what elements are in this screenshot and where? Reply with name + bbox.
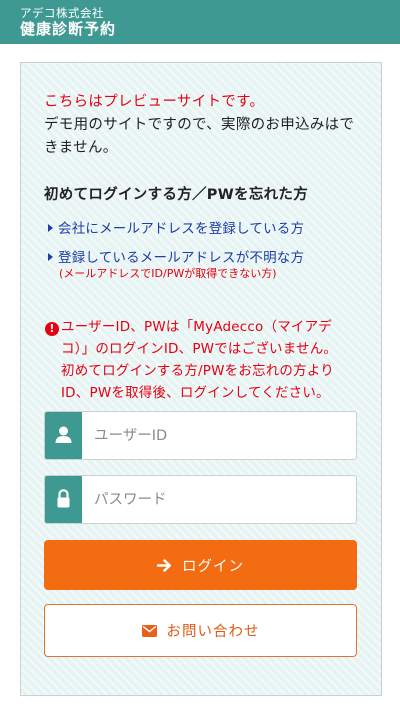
warning-line-3: 初めてログインする方/PWをお忘れの方より [61, 363, 334, 379]
password-input[interactable] [82, 476, 356, 523]
warning-line-1: ユーザーID、PWは「MyAdecco（マイアデ [61, 319, 333, 335]
warning-line-2: コ）」のログインID、PWではございません。 [61, 341, 338, 357]
preview-notice-body: デモ用のサイトですので、実際のお申込みはできません。 [44, 117, 355, 156]
link-registered-email[interactable]: 会社にメールアドレスを登録している方 [48, 217, 304, 237]
company-name: アデコ株式会社 [20, 6, 104, 20]
link-unknown-email-note: (メールアドレスでID/PWが取得できない方) [59, 267, 277, 280]
contact-button-label: お問い合わせ [166, 624, 260, 640]
service-title: 健康診断予約 [20, 20, 117, 38]
triangle-right-icon [48, 253, 53, 261]
envelope-icon [141, 624, 157, 637]
triangle-right-icon [48, 224, 53, 232]
warning-line-4: ID、PWを取得後、ログインしてください。 [61, 385, 330, 401]
link-registered-email-label: 会社にメールアドレスを登録している方 [58, 221, 305, 237]
user-id-input[interactable] [82, 412, 356, 459]
exclamation-icon: ! [45, 322, 59, 336]
link-unknown-email-label: 登録しているメールアドレスが不明な方 [58, 250, 305, 266]
preview-notice-title: こちらはプレビューサイトです。 [44, 94, 265, 110]
link-unknown-email[interactable]: 登録しているメールアドレスが不明な方 [48, 246, 304, 266]
warning-message: ! ユーザーID、PWは「MyAdecco（マイアデ コ）」のログインID、PWで… [45, 316, 365, 404]
login-help-title: 初めてログインする方／PWを忘れた方 [44, 187, 309, 203]
password-field [44, 475, 357, 524]
contact-button[interactable]: お問い合わせ [44, 604, 357, 657]
login-button-label: ログイン [182, 558, 244, 575]
login-button[interactable]: ログイン [44, 540, 357, 590]
login-panel: こちらはプレビューサイトです。 デモ用のサイトですので、実際のお申込みはできませ… [20, 62, 382, 696]
arrow-right-icon [157, 558, 172, 572]
user-id-field [44, 411, 357, 460]
lock-icon [45, 476, 82, 523]
app-header: アデコ株式会社 健康診断予約 [0, 0, 400, 44]
user-icon [45, 412, 82, 459]
